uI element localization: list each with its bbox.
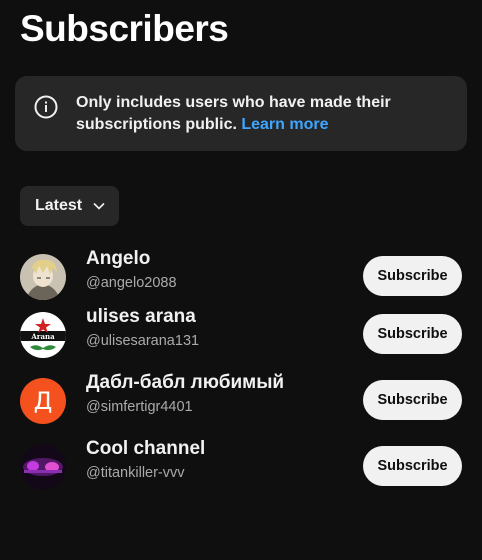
anime-avatar-image: [20, 254, 66, 300]
subscriber-handle: @angelo2088: [86, 275, 177, 291]
learn-more-link[interactable]: Learn more: [241, 116, 328, 133]
arana-logo-avatar-image: Arana: [20, 312, 66, 358]
info-message: Only includes users who have made their …: [76, 94, 391, 133]
subscriber-row[interactable]: Arana ulises arana @ulisesarana131 Subsc…: [0, 304, 482, 364]
subscriber-row[interactable]: Cool channel @titankiller-vvv Subscribe: [0, 436, 482, 496]
subscriber-name[interactable]: Дабл-бабл любимый: [86, 372, 284, 394]
avatar[interactable]: [20, 444, 66, 490]
subscriber-name[interactable]: ulises arana: [86, 306, 196, 328]
page-title: Subscribers: [20, 8, 229, 49]
sort-dropdown[interactable]: Latest: [20, 186, 119, 226]
avatar[interactable]: Arana: [20, 312, 66, 358]
avatar[interactable]: [20, 254, 66, 300]
neon-avatar-image: [20, 444, 66, 490]
subscriber-name[interactable]: Angelo: [86, 248, 150, 270]
subscribe-button[interactable]: Subscribe: [363, 380, 462, 420]
avatar-letter: Д: [20, 378, 66, 424]
subscriber-handle: @ulisesarana131: [86, 333, 200, 349]
info-text: Only includes users who have made their …: [76, 92, 456, 136]
info-icon: [34, 95, 58, 119]
subscriber-name[interactable]: Cool channel: [86, 438, 205, 460]
subscribe-button[interactable]: Subscribe: [363, 256, 462, 296]
subscribers-page: Subscribers Only includes users who have…: [0, 0, 482, 560]
subscriber-handle: @simfertigr4401: [86, 399, 193, 415]
info-banner: Only includes users who have made their …: [15, 76, 467, 151]
subscribe-button[interactable]: Subscribe: [363, 314, 462, 354]
avatar-logo-text: Arana: [30, 332, 55, 341]
subscribe-button[interactable]: Subscribe: [363, 446, 462, 486]
sort-label: Latest: [35, 197, 83, 214]
subscriber-handle: @titankiller-vvv: [86, 465, 185, 481]
chevron-down-icon: [93, 202, 105, 210]
avatar[interactable]: Д: [20, 378, 66, 424]
subscriber-row[interactable]: Angelo @angelo2088 Subscribe: [0, 246, 482, 306]
subscriber-row[interactable]: Д Дабл-бабл любимый @simfertigr4401 Subs…: [0, 370, 482, 430]
